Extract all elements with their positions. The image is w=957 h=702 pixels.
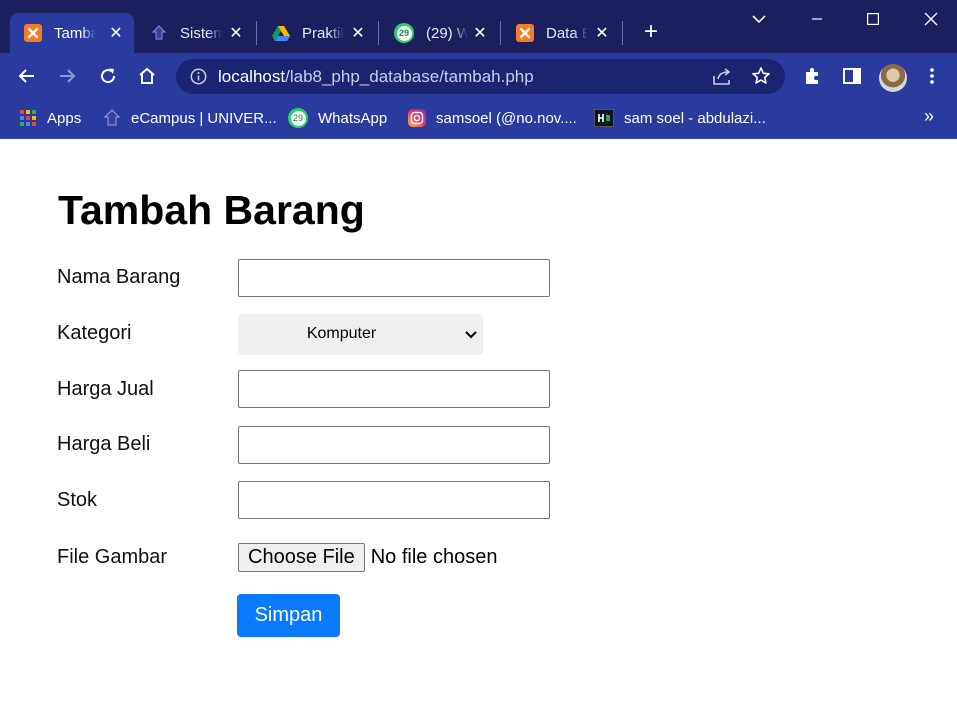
bookmark-whatsapp[interactable]: 29 WhatsApp: [288, 107, 387, 129]
close-tab-icon[interactable]: ✕: [470, 23, 490, 43]
whatsapp-badge: 29: [396, 25, 412, 41]
kategori-selected-value: Komputer: [306, 325, 377, 342]
google-drive-icon: [272, 24, 290, 42]
harga-beli-label: Harga Beli: [57, 433, 151, 455]
whatsapp-icon: 29: [394, 23, 414, 43]
file-gambar-input: Choose File No file chosen: [238, 543, 497, 572]
nama-barang-input[interactable]: [238, 259, 550, 297]
kategori-label: Kategori: [57, 322, 132, 344]
extensions-puzzle-icon[interactable]: [799, 63, 825, 89]
file-status-text: No file chosen: [370, 546, 498, 568]
tab-tambah-barang[interactable]: Tambah Barang ✕: [10, 13, 134, 53]
bookmark-label: sam soel - abdulazi...: [624, 109, 766, 127]
whatsapp-badge: 29: [290, 110, 306, 126]
stok-input[interactable]: [238, 481, 550, 519]
tab-data-barang[interactable]: Data Barang ✕: [502, 13, 620, 53]
address-bar[interactable]: localhost/lab8_php_database/tambah.php: [176, 59, 785, 94]
apps-grid-icon: [19, 109, 37, 127]
page-content: Tambah Barang Nama Barang Kategori Kompu…: [0, 140, 957, 702]
browser-title-bar: Tambah Barang ✕ Sistem ✕ Praktikum ✕ 29 …: [0, 0, 957, 53]
close-tab-icon[interactable]: ✕: [348, 23, 368, 43]
maximize-icon[interactable]: [848, 0, 898, 38]
side-panel-icon[interactable]: [839, 63, 865, 89]
chevron-down-icon: [463, 326, 479, 347]
bookmark-star-icon[interactable]: [751, 66, 771, 91]
bookmark-instagram[interactable]: samsoel (@no.nov....: [408, 107, 577, 129]
harga-jual-input[interactable]: [238, 370, 550, 408]
profile-avatar[interactable]: [879, 64, 907, 92]
tab-title: Praktikum: [302, 24, 344, 42]
share-icon[interactable]: [711, 67, 733, 92]
tab-title: (29) WhatsApp: [426, 24, 468, 42]
close-tab-icon[interactable]: ✕: [106, 23, 126, 43]
page-title: Tambah Barang: [58, 187, 365, 233]
tab-separator: [378, 21, 379, 45]
minimize-icon[interactable]: [792, 0, 842, 38]
tab-separator: [256, 21, 257, 45]
tab-title: Data Barang: [546, 24, 588, 42]
university-icon: [103, 109, 121, 127]
tab-praktikum[interactable]: Praktikum ✕: [258, 13, 376, 53]
back-arrow-icon[interactable]: [14, 63, 40, 89]
nama-barang-label: Nama Barang: [57, 266, 181, 288]
instagram-icon: [408, 109, 426, 127]
site-info-icon[interactable]: [190, 68, 207, 90]
close-window-icon[interactable]: [906, 0, 956, 38]
harga-jual-label: Harga Jual: [57, 378, 154, 400]
bookmark-ecampus[interactable]: eCampus | UNIVER...: [103, 107, 277, 129]
university-icon: [150, 24, 168, 42]
kategori-select[interactable]: Komputer: [238, 314, 483, 355]
file-gambar-label: File Gambar: [57, 546, 168, 568]
tab-title: Tambah Barang: [54, 24, 96, 42]
bookmark-label: WhatsApp: [318, 109, 388, 127]
home-icon[interactable]: [134, 63, 160, 89]
bookmark-label: samsoel (@no.nov....: [436, 109, 577, 127]
hackerrank-icon: [594, 109, 614, 127]
tab-search-icon[interactable]: [748, 8, 770, 30]
tab-separator: [622, 21, 623, 45]
choose-file-button[interactable]: Choose File: [238, 543, 365, 572]
bookmark-apps[interactable]: Apps: [19, 107, 81, 129]
bookmark-label: Apps: [47, 109, 82, 127]
url-text: localhost/lab8_php_database/tambah.php: [218, 67, 534, 87]
simpan-button[interactable]: Simpan: [237, 594, 340, 637]
tab-separator: [500, 21, 501, 45]
stok-label: Stok: [57, 489, 98, 511]
url-host: localhost: [218, 67, 286, 86]
forward-arrow-icon[interactable]: [54, 63, 80, 89]
tab-whatsapp[interactable]: 29 (29) WhatsApp ✕: [380, 13, 498, 53]
xampp-icon: [516, 24, 534, 42]
bookmarks-bar: Apps eCampus | UNIVER... 29 WhatsApp sam…: [0, 100, 957, 139]
bookmark-label: eCampus | UNIVER...: [131, 109, 277, 127]
more-menu-icon[interactable]: [919, 63, 945, 89]
tab-sistem[interactable]: Sistem ✕: [136, 13, 254, 53]
browser-toolbar: localhost/lab8_php_database/tambah.php: [0, 53, 957, 100]
close-tab-icon[interactable]: ✕: [592, 23, 612, 43]
reload-icon[interactable]: [95, 63, 121, 89]
xampp-icon: [24, 24, 42, 42]
url-path: /lab8_php_database/tambah.php: [285, 67, 534, 86]
bookmark-hackerrank[interactable]: sam soel - abdulazi...: [594, 107, 766, 129]
harga-beli-input[interactable]: [238, 426, 550, 464]
new-tab-button[interactable]: +: [638, 20, 664, 46]
tab-title: Sistem: [180, 24, 222, 42]
bookmarks-overflow-button[interactable]: »: [924, 106, 934, 127]
close-tab-icon[interactable]: ✕: [226, 23, 246, 43]
whatsapp-icon: 29: [288, 108, 308, 128]
